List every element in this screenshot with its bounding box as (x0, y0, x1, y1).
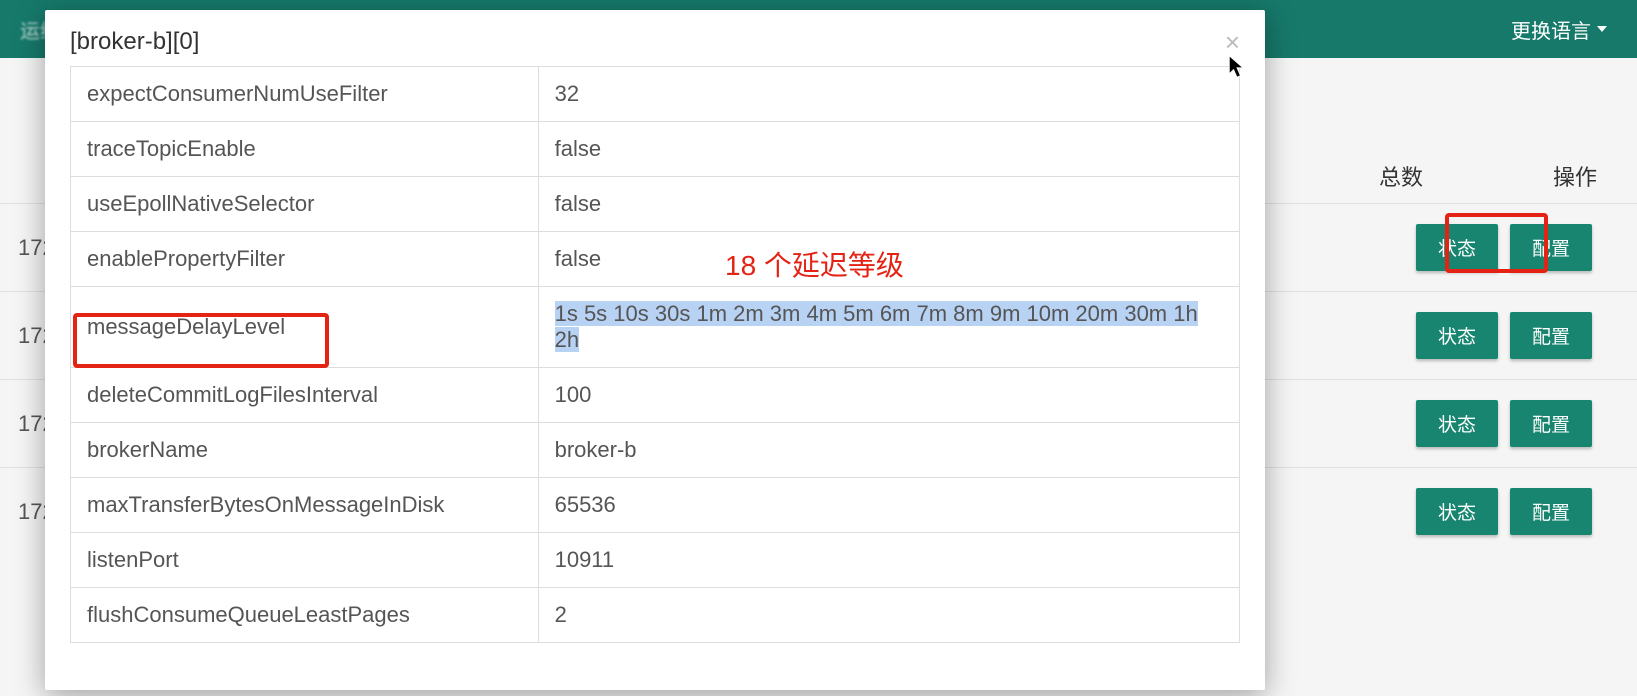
config-value: false (538, 232, 1239, 287)
table-row: expectConsumerNumUseFilter 32 (71, 67, 1240, 122)
header-operations: 操作 (1553, 160, 1597, 192)
config-value: 2 (538, 588, 1239, 643)
config-key: useEpollNativeSelector (71, 177, 539, 232)
table-row: useEpollNativeSelector false (71, 177, 1240, 232)
config-key: traceTopicEnable (71, 122, 539, 177)
config-key: messageDelayLevel (71, 287, 539, 368)
config-key: enablePropertyFilter (71, 232, 539, 287)
selected-text: 1s 5s 10s 30s 1m 2m 3m 4m 5m 6m 7m 8m 9m… (555, 301, 1198, 352)
config-value: false (538, 122, 1239, 177)
status-button[interactable]: 状态 (1416, 400, 1498, 447)
config-value: 10911 (538, 533, 1239, 588)
config-table: expectConsumerNumUseFilter 32 traceTopic… (70, 66, 1240, 643)
config-value: false (538, 177, 1239, 232)
config-value: 1s 5s 10s 30s 1m 2m 3m 4m 5m 6m 7m 8m 9m… (538, 287, 1239, 368)
table-row: messageDelayLevel 1s 5s 10s 30s 1m 2m 3m… (71, 287, 1240, 368)
table-row: brokerName broker-b (71, 423, 1240, 478)
header-totals: 总数 (1379, 160, 1423, 192)
table-row: listenPort 10911 (71, 533, 1240, 588)
table-row: flushConsumeQueueLeastPages 2 (71, 588, 1240, 643)
modal-title: [broker-b][0] (70, 28, 199, 56)
config-key: flushConsumeQueueLeastPages (71, 588, 539, 643)
language-switch-label: 更换语言 (1511, 15, 1591, 44)
status-button[interactable]: 状态 (1416, 224, 1498, 271)
table-row: deleteCommitLogFilesInterval 100 (71, 368, 1240, 423)
caret-down-icon (1597, 26, 1607, 32)
config-key: maxTransferBytesOnMessageInDisk (71, 478, 539, 533)
config-button[interactable]: 配置 (1510, 400, 1592, 447)
config-value: 100 (538, 368, 1239, 423)
language-switch[interactable]: 更换语言 (1511, 15, 1607, 44)
table-row: maxTransferBytesOnMessageInDisk 65536 (71, 478, 1240, 533)
config-key: deleteCommitLogFilesInterval (71, 368, 539, 423)
config-value: 65536 (538, 478, 1239, 533)
status-button[interactable]: 状态 (1416, 312, 1498, 359)
config-modal: [broker-b][0] × expectConsumerNumUseFilt… (45, 10, 1265, 690)
table-row: enablePropertyFilter false (71, 232, 1240, 287)
close-icon[interactable]: × (1225, 29, 1240, 55)
status-button[interactable]: 状态 (1416, 488, 1498, 535)
config-value: 32 (538, 67, 1239, 122)
config-key: expectConsumerNumUseFilter (71, 67, 539, 122)
config-button[interactable]: 配置 (1510, 312, 1592, 359)
table-row: traceTopicEnable false (71, 122, 1240, 177)
config-key: listenPort (71, 533, 539, 588)
config-value: broker-b (538, 423, 1239, 478)
config-button[interactable]: 配置 (1510, 224, 1592, 271)
config-key: brokerName (71, 423, 539, 478)
config-button[interactable]: 配置 (1510, 488, 1592, 535)
